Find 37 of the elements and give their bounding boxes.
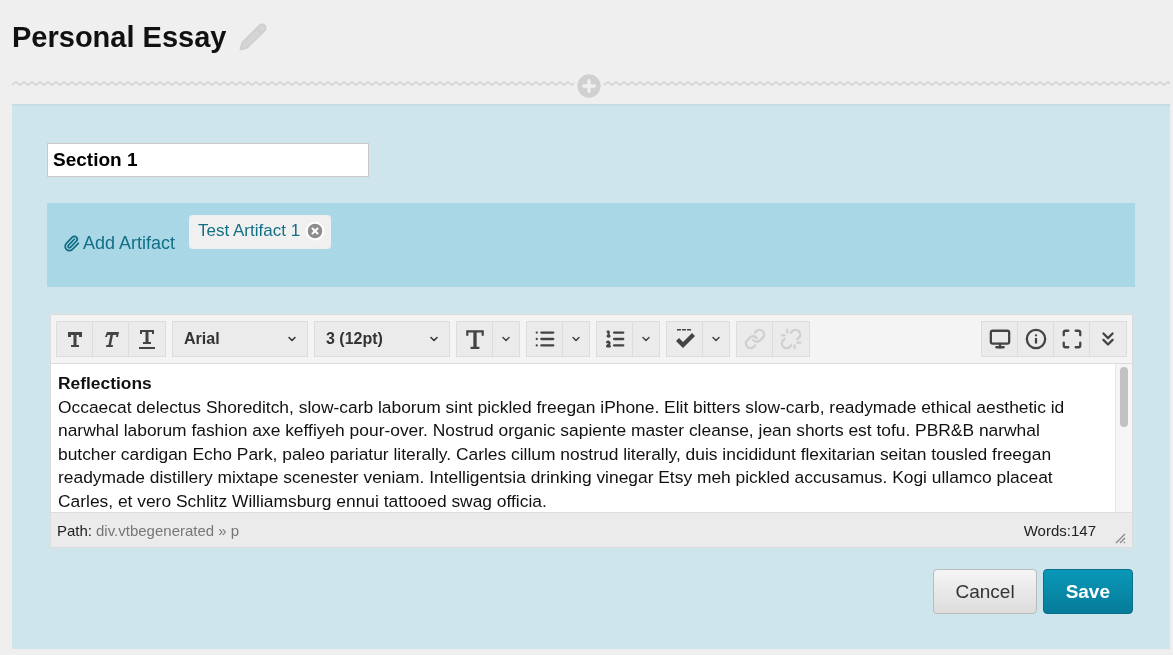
secondary-button[interactable]: Cancel: [933, 569, 1037, 614]
section-title-field[interactable]: Section 1: [47, 143, 369, 177]
fullscreen-icon: [1060, 328, 1083, 350]
path-label: Path:: [57, 521, 93, 539]
dropdown-select[interactable]: 3 (12pt): [315, 322, 449, 356]
dropdown-select[interactable]: Arial: [173, 322, 307, 356]
unlink-icon: [780, 328, 802, 350]
element-path: div.vtbegenerated » p: [96, 521, 240, 539]
underline-icon: [137, 328, 157, 350]
info-icon: [1024, 328, 1047, 350]
page-title: Personal Essay: [12, 20, 227, 54]
artifact-name: Test Artifact 1: [198, 221, 301, 241]
add-artifact-link[interactable]: Add Artifact: [63, 233, 176, 254]
color-button[interactable]: [457, 322, 493, 356]
fullscreen-button[interactable]: [1054, 322, 1090, 356]
preview-button[interactable]: [982, 322, 1018, 356]
link-icon: [743, 328, 766, 350]
numbers-button[interactable]: [597, 322, 633, 356]
spell-button[interactable]: [667, 322, 703, 356]
editor-heading: Reflections: [58, 372, 153, 395]
info-button[interactable]: [1018, 322, 1054, 356]
paperclip-icon: [63, 235, 80, 252]
primary-button[interactable]: Save: [1042, 569, 1133, 614]
italic-button[interactable]: [93, 322, 129, 356]
text-color-icon: [463, 328, 486, 350]
scrollbar[interactable]: [1115, 364, 1132, 512]
bullet-list-icon: [533, 328, 556, 350]
monitor-icon: [988, 328, 1011, 350]
resize-handle-icon[interactable]: [1114, 532, 1126, 544]
more-button[interactable]: [1090, 322, 1126, 356]
bullets-button[interactable]: [527, 322, 563, 356]
remove-icon[interactable]: [305, 221, 326, 241]
underline-button[interactable]: [129, 322, 165, 356]
bold-button[interactable]: [57, 322, 93, 356]
word-count: Words:147: [1023, 521, 1096, 539]
numbered-list-icon: [603, 328, 626, 350]
editor-paragraph: Occaecat delectus Shoreditch, slow-carb laborum sint pickled freegan iPhone. Elit bitters slow-carb, readymade ethical aesthetic id narwhal laborum fashion axe keffiyeh pour-over. Nostrud organic sapiente master cleanse, jean shorts est tofu. PBR&B narwhal butcher cardigan Echo Park, paleo pariatur literally. Carles cillum nostrud literally, duis incididunt flexitarian seitan tousled freegan readymade distillery mixtape scenester veniam. Intelligentsia drinking vinegar Etsy meh pickled accusamus. Kogi ullamco placeat Carles, et vero Schlitz Williamsburg ennui tattooed swag officia.: [58, 395, 1066, 513]
